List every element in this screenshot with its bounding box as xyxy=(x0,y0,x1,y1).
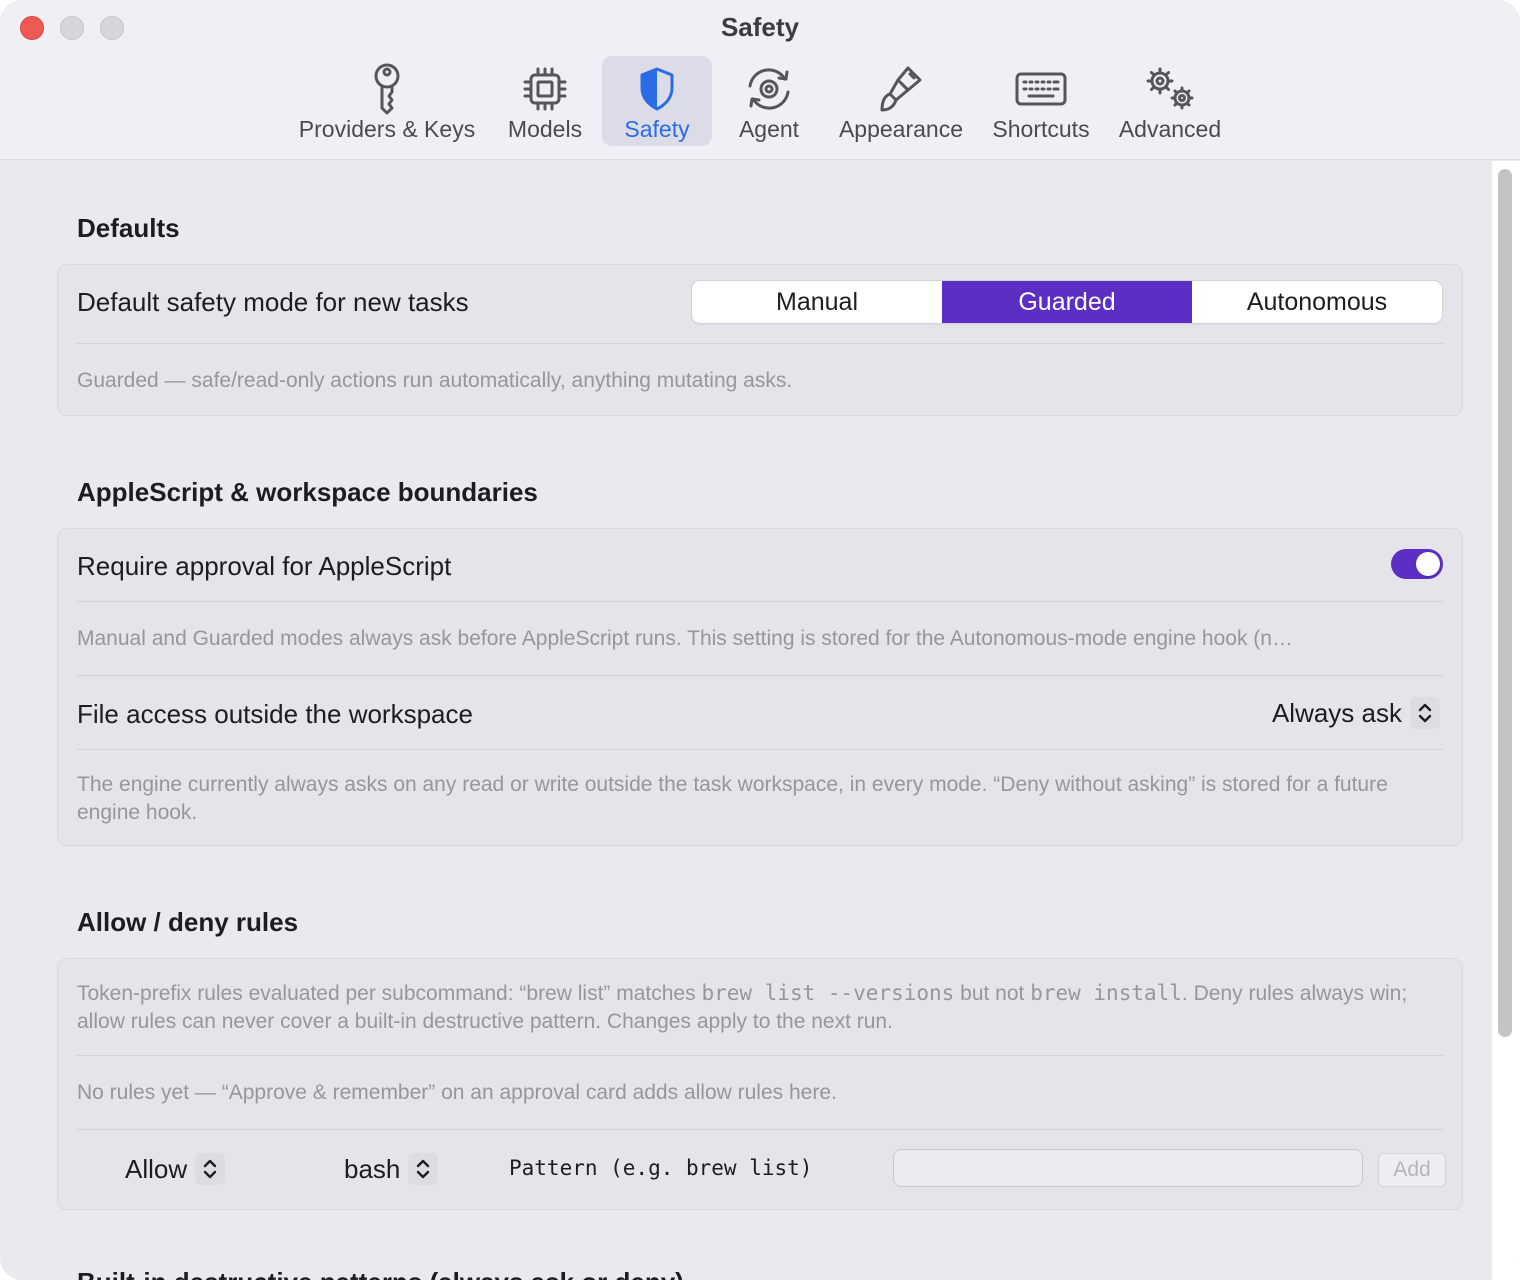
settings-content: Defaults Default safety mode for new tas… xyxy=(0,161,1520,1280)
tab-advanced[interactable]: Advanced xyxy=(1112,56,1228,146)
divider xyxy=(77,601,1443,602)
applescript-approval-label: Require approval for AppleScript xyxy=(77,551,452,581)
cpu-chip-icon xyxy=(523,56,567,118)
defaults-card: Default safety mode for new tasks Manual… xyxy=(57,264,1463,416)
file-access-popup[interactable]: Always ask xyxy=(1272,697,1440,729)
add-rule-button[interactable]: Add xyxy=(1378,1153,1446,1187)
divider xyxy=(77,1055,1443,1056)
tab-label: Providers & Keys xyxy=(298,116,476,142)
rule-action-popup[interactable]: Allow xyxy=(125,1153,226,1185)
segment-manual[interactable]: Manual xyxy=(692,281,942,323)
applescript-description: Manual and Guarded modes always ask befo… xyxy=(77,627,1293,650)
boundaries-card: Require approval for AppleScript Manual … xyxy=(57,528,1463,846)
safety-mode-label: Default safety mode for new tasks xyxy=(77,287,469,317)
tab-agent[interactable]: Agent xyxy=(724,56,814,146)
toggle-knob xyxy=(1416,552,1440,576)
applescript-approval-toggle[interactable] xyxy=(1391,549,1443,579)
file-access-description: The engine currently always asks on any … xyxy=(77,773,1388,824)
rules-description: Token-prefix rules evaluated per subcomm… xyxy=(77,981,1408,1033)
up-down-chevron-icon xyxy=(1410,697,1440,729)
tab-safety[interactable]: Safety xyxy=(602,56,712,146)
key-icon xyxy=(367,56,407,118)
tab-label: Models xyxy=(507,116,583,142)
settings-window: Safety Providers & Keys Models Safety Ag… xyxy=(0,0,1520,1280)
divider xyxy=(77,749,1443,750)
shield-icon xyxy=(638,56,676,118)
section-title-defaults: Defaults xyxy=(77,213,180,243)
window-title: Safety xyxy=(720,12,800,42)
safety-mode-segmented-control[interactable]: Manual Guarded Autonomous xyxy=(692,281,1442,323)
pattern-label: Pattern (e.g. brew list) xyxy=(509,1156,813,1180)
tab-label: Appearance xyxy=(838,116,964,142)
gear-cycle-icon xyxy=(744,56,794,118)
tab-providers-keys[interactable]: Providers & Keys xyxy=(292,56,482,146)
safety-mode-description: Guarded — safe/read-only actions run aut… xyxy=(77,369,793,392)
tab-shortcuts[interactable]: Shortcuts xyxy=(984,56,1098,146)
divider xyxy=(77,675,1443,676)
divider xyxy=(77,1129,1443,1130)
gears-icon xyxy=(1142,56,1198,118)
section-title-rules: Allow / deny rules xyxy=(77,907,299,937)
tab-label: Safety xyxy=(624,116,690,142)
keyboard-icon xyxy=(1015,56,1067,118)
rule-action-value: Allow xyxy=(125,1153,188,1184)
file-access-label: File access outside the workspace xyxy=(77,699,473,729)
tab-label: Advanced xyxy=(1118,116,1222,142)
paintbrush-icon xyxy=(878,56,924,118)
tab-models[interactable]: Models xyxy=(496,56,594,146)
rules-empty-state: No rules yet — “Approve & remember” on a… xyxy=(77,1081,837,1104)
file-access-value: Always ask xyxy=(1271,697,1402,728)
tab-label: Shortcuts xyxy=(992,116,1090,142)
up-down-chevron-icon xyxy=(195,1153,226,1185)
segment-guarded[interactable]: Guarded xyxy=(942,281,1192,323)
up-down-chevron-icon xyxy=(408,1153,439,1185)
rules-card: Token-prefix rules evaluated per subcomm… xyxy=(57,958,1463,1210)
segment-autonomous[interactable]: Autonomous xyxy=(1192,281,1442,323)
section-title-boundaries: AppleScript & workspace boundaries xyxy=(77,477,538,507)
rule-tool-value: bash xyxy=(344,1153,401,1184)
tab-label: Agent xyxy=(738,116,800,142)
tab-appearance[interactable]: Appearance xyxy=(832,56,970,146)
divider xyxy=(77,343,1443,344)
titlebar: Safety Providers & Keys Models Safety Ag… xyxy=(0,0,1520,160)
section-title-destructive-patterns: Built-in destructive patterns (always as… xyxy=(77,1267,684,1280)
scrollbar-thumb[interactable] xyxy=(1498,169,1512,1037)
rule-tool-popup[interactable]: bash xyxy=(344,1153,439,1185)
pattern-input[interactable] xyxy=(893,1149,1363,1187)
